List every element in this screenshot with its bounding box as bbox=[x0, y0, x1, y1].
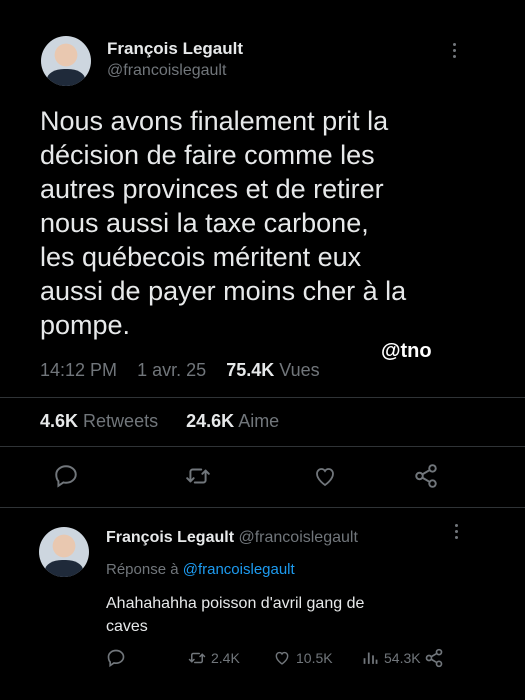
reply-views-button[interactable]: 54.3K bbox=[361, 649, 421, 666]
reply-line: Ahahahahha poisson d'avril gang de bbox=[106, 595, 365, 612]
watermark: @tno bbox=[381, 340, 432, 362]
retweet-icon bbox=[187, 649, 207, 667]
views-count: 75.4K bbox=[226, 360, 275, 380]
tweet-line: pompe. bbox=[40, 310, 131, 340]
tweet-text: Nous avons finalement prit la décision d… bbox=[40, 104, 406, 342]
more-icon[interactable] bbox=[453, 43, 457, 58]
reply-avatar[interactable] bbox=[39, 527, 89, 577]
reply-line: caves bbox=[106, 618, 148, 635]
reply-like-button[interactable]: 10.5K bbox=[273, 649, 333, 666]
tweet-line: aussi de payer moins cher à la bbox=[40, 276, 407, 306]
timestamp-line: 14:12 PM 1 avr. 25 75.4K Vues bbox=[40, 360, 320, 381]
reply-header: François Legault @francoislegault bbox=[106, 529, 358, 547]
more-icon[interactable] bbox=[455, 524, 459, 539]
tweet-date[interactable]: 1 avr. 25 bbox=[137, 360, 206, 380]
retweet-icon[interactable] bbox=[184, 463, 212, 489]
author-handle[interactable]: @francoislegault bbox=[107, 62, 226, 80]
stats-row: 4.6K Retweets 24.6K Aime bbox=[40, 411, 279, 432]
author-name[interactable]: François Legault bbox=[107, 39, 243, 59]
avatar[interactable] bbox=[41, 36, 91, 86]
views-label: Vues bbox=[279, 360, 320, 380]
reply-icon[interactable] bbox=[53, 463, 79, 489]
tweet-line: nous aussi la taxe carbone, bbox=[40, 208, 369, 238]
share-icon[interactable] bbox=[424, 648, 444, 668]
reply-author-handle[interactable]: @francoislegault bbox=[238, 529, 357, 546]
tweet-line: les québecois méritent eux bbox=[40, 242, 362, 272]
like-icon bbox=[273, 649, 291, 666]
share-icon[interactable] bbox=[413, 463, 439, 489]
reply-like-count: 10.5K bbox=[296, 649, 333, 666]
tweet-time[interactable]: 14:12 PM bbox=[40, 360, 117, 380]
tweet-line: autres provinces et de retirer bbox=[40, 174, 384, 204]
retweets-count[interactable]: 4.6K bbox=[40, 411, 78, 431]
reply-retweet-button[interactable]: 2.4K bbox=[187, 649, 240, 667]
divider bbox=[0, 507, 525, 508]
retweets-label[interactable]: Retweets bbox=[83, 411, 158, 431]
likes-count[interactable]: 24.6K bbox=[186, 411, 234, 431]
likes-label[interactable]: Aime bbox=[238, 411, 279, 431]
tweet-line: décision de faire comme les bbox=[40, 140, 375, 170]
reply-author-name[interactable]: François Legault bbox=[106, 529, 234, 546]
replying-to: Réponse à @francoislegault bbox=[106, 561, 295, 578]
reply-text: Ahahahahha poisson d'avril gang de caves bbox=[106, 592, 364, 638]
reply-retweet-count: 2.4K bbox=[211, 650, 240, 666]
tweet-line: Nous avons finalement prit la bbox=[40, 106, 389, 136]
views-icon bbox=[361, 649, 379, 666]
replying-prefix: Réponse à bbox=[106, 561, 179, 578]
like-icon[interactable] bbox=[312, 464, 338, 488]
reply-views-count: 54.3K bbox=[384, 649, 421, 666]
reply-icon[interactable] bbox=[106, 648, 126, 668]
divider bbox=[0, 397, 525, 398]
replying-to-link[interactable]: @francoislegault bbox=[183, 561, 295, 578]
divider bbox=[0, 446, 525, 447]
